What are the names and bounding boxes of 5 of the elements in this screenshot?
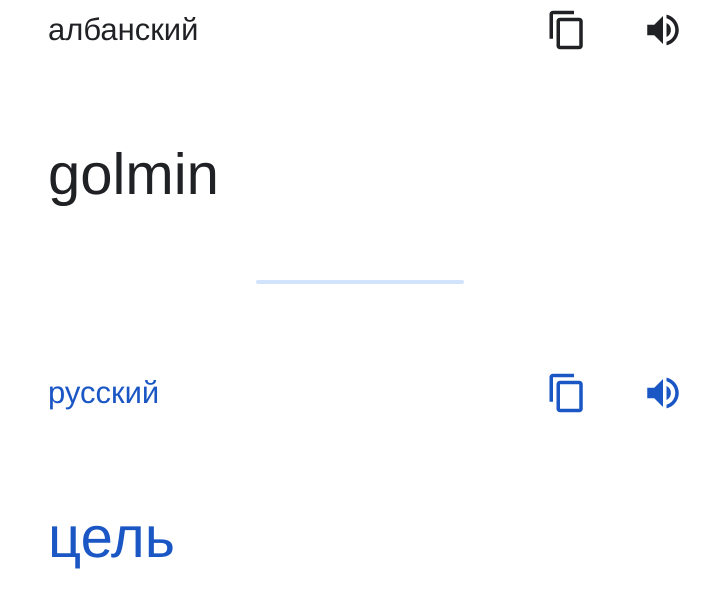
translation-text: цель xyxy=(47,504,175,572)
translation-text: golmin xyxy=(47,141,219,209)
language-label: албанский xyxy=(48,12,200,48)
drag-handle[interactable] xyxy=(256,280,464,284)
language-label: русский xyxy=(48,375,160,411)
